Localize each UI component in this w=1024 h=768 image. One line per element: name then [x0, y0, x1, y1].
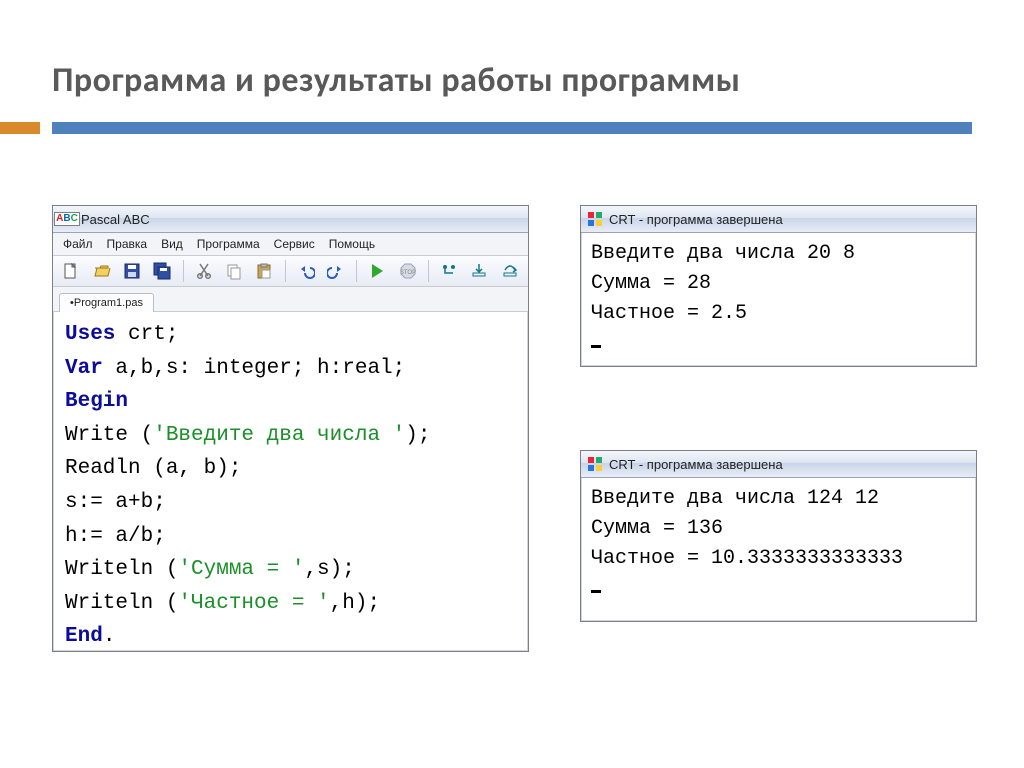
crt-output-window-1: CRT - программа завершена Введите два чи…: [580, 205, 977, 367]
slide-title: Программа и результаты работы программы: [52, 60, 972, 101]
code-uses: crt;: [115, 323, 178, 346]
step-into-icon[interactable]: [467, 259, 491, 283]
code-l8a: Writeln (: [65, 558, 178, 581]
pascal-editor-window: ABC Pascal ABC Файл Правка Вид Программа…: [52, 205, 529, 652]
window-title-text: CRT - программа завершена: [609, 212, 783, 227]
window-title-bar[interactable]: ABC Pascal ABC: [53, 206, 528, 233]
out2-l2: Сумма = 136: [591, 517, 723, 540]
menu-service[interactable]: Сервис: [274, 237, 315, 251]
kw-end: End: [65, 625, 103, 648]
stop-icon[interactable]: STOP: [396, 259, 420, 283]
tab-bar: •Program1.pas: [53, 287, 528, 312]
slide-title-band: Программа и результаты работы программы: [52, 60, 972, 101]
menu-program[interactable]: Программа: [197, 237, 260, 251]
step-over-icon[interactable]: [498, 259, 522, 283]
paste-icon[interactable]: [252, 259, 276, 283]
slide: Программа и результаты работы программы …: [0, 0, 1024, 768]
code-end-dot: .: [103, 625, 116, 648]
crt-icon: [587, 456, 603, 472]
code-l4b: );: [405, 424, 430, 447]
toolbar-sep-3: [356, 260, 357, 282]
window-title-text: Pascal ABC: [81, 212, 150, 227]
undo-icon[interactable]: [294, 259, 318, 283]
code-editor[interactable]: Uses crt; Var a,b,s: integer; h:real; Be…: [53, 312, 528, 668]
out2-l1: Введите два числа 124 12: [591, 487, 879, 510]
toolbar: STOP: [53, 256, 528, 287]
window-title-bar[interactable]: CRT - программа завершена: [581, 206, 976, 233]
code-l4a: Write (: [65, 424, 153, 447]
out1-l2: Сумма = 28: [591, 272, 711, 295]
redo-icon[interactable]: [324, 259, 348, 283]
new-file-icon[interactable]: [59, 259, 83, 283]
app-icon: ABC: [59, 211, 75, 227]
console-output: Введите два числа 124 12 Сумма = 136 Час…: [581, 478, 976, 616]
toolbar-sep-1: [183, 260, 184, 282]
menu-file[interactable]: Файл: [63, 237, 93, 251]
crt-output-window-2: CRT - программа завершена Введите два чи…: [580, 450, 977, 622]
code-l9s: 'Частное = ': [178, 592, 329, 615]
cursor-icon: [591, 345, 601, 348]
crt-icon: [587, 211, 603, 227]
save-icon[interactable]: [120, 259, 144, 283]
kw-uses: Uses: [65, 323, 115, 346]
save-all-icon[interactable]: [150, 259, 174, 283]
menu-view[interactable]: Вид: [161, 237, 183, 251]
accent-orange: [0, 122, 40, 134]
code-l6: s:= a+b;: [65, 491, 166, 514]
code-l9a: Writeln (: [65, 592, 178, 615]
menu-help[interactable]: Помощь: [329, 237, 375, 251]
code-l9b: ,h);: [330, 592, 380, 615]
tab-program1[interactable]: •Program1.pas: [59, 293, 154, 312]
accent-blue: [52, 122, 972, 134]
out1-l1: Введите два числа 20 8: [591, 242, 855, 265]
out1-l3: Частное = 2.5: [591, 302, 747, 325]
toolbar-sep-2: [285, 260, 286, 282]
kw-var: Var: [65, 357, 103, 380]
window-title-bar[interactable]: CRT - программа завершена: [581, 451, 976, 478]
copy-icon[interactable]: [222, 259, 246, 283]
code-l4s: 'Введите два числа ': [153, 424, 405, 447]
cut-icon[interactable]: [191, 259, 215, 283]
svg-text:STOP: STOP: [400, 270, 416, 276]
code-l8s: 'Сумма = ': [178, 558, 304, 581]
open-file-icon[interactable]: [89, 259, 113, 283]
menu-bar[interactable]: Файл Правка Вид Программа Сервис Помощь: [53, 233, 528, 256]
menu-edit[interactable]: Правка: [107, 237, 148, 251]
code-l8b: ,s);: [304, 558, 354, 581]
console-output: Введите два числа 20 8 Сумма = 28 Частно…: [581, 233, 976, 371]
window-title-text: CRT - программа завершена: [609, 457, 783, 472]
run-icon[interactable]: [365, 259, 389, 283]
code-l5: Readln (a, b);: [65, 457, 241, 480]
kw-begin: Begin: [65, 390, 128, 413]
cursor-icon: [591, 590, 601, 593]
toolbar-sep-4: [428, 260, 429, 282]
code-l7: h:= a/b;: [65, 525, 166, 548]
code-var: a,b,s: integer; h:real;: [103, 357, 405, 380]
out2-l3: Частное = 10.3333333333333: [591, 547, 903, 570]
step-trace-icon[interactable]: [437, 259, 461, 283]
